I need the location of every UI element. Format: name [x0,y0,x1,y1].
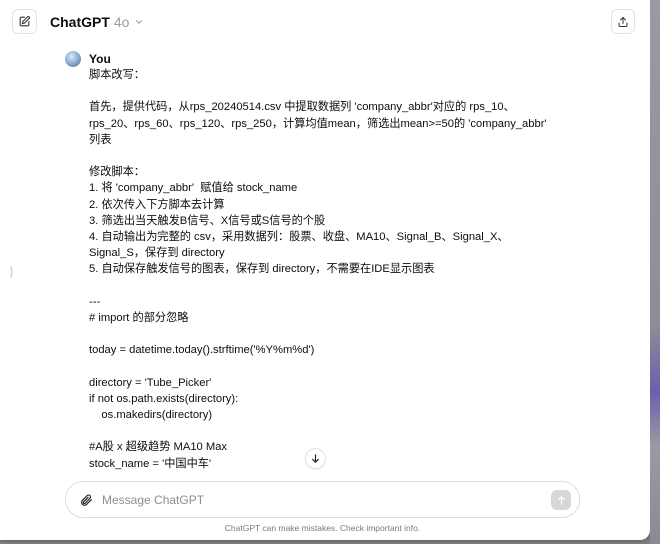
message-line: 修改脚本： [89,166,145,179]
message-line: today = datetime.today().strftime('%Y%m%… [89,344,315,357]
message-line: Signal_S，保存到 directory [89,247,225,260]
share-button[interactable] [611,9,635,34]
message-line: 3. 筛选出当天触发B信号、X信号或S信号的个股 [89,214,326,227]
message-line: os.makedirs(directory) [89,408,213,421]
paperclip-icon [80,494,92,506]
message-line [89,326,544,342]
message-line: 首先，提供代码，从rps_20240514.csv 中提取数据列 'compan… [89,101,515,114]
message-line: rps_20、rps_60、rps_120、rps_250，计算均值mean，筛… [89,117,547,130]
message-sender: You [89,52,111,66]
share-icon [618,16,628,27]
attach-button[interactable] [77,491,94,508]
message-composer [65,481,580,518]
chevron-down-icon [134,17,144,27]
message-line: 5. 自动保存触发信号的图表，保存到 directory，不需要在IDE显示图表 [89,263,435,276]
scroll-down-button[interactable] [305,448,326,469]
avatar [65,51,81,67]
model-version: 4o [113,14,130,30]
chevron-right-icon[interactable]: ⟩ [9,264,14,280]
arrow-down-icon [312,454,319,463]
arrow-up-icon [557,495,565,505]
message-line: # import 的部分忽略 [89,311,189,324]
new-chat-button[interactable] [12,9,37,34]
message-input[interactable] [102,491,532,509]
desktop-background [650,0,660,544]
message-line: directory = 'Tube_Picker' [89,376,212,389]
chat-window: ChatGPT 4o ⟩ You 脚本改写： 首先，提供代码，从rps_2024… [0,0,650,540]
message-line [89,277,544,293]
send-button[interactable] [551,490,571,510]
message-line: 脚本改写： [89,69,145,81]
message-line: 1. 将 'company_abbr' 赋值给 stock_name [89,182,298,195]
message-line: if not os.path.exists(directory): [89,392,239,405]
model-selector[interactable]: ChatGPT 4o [50,12,144,32]
message-line [89,423,544,439]
message-line: 列表 [89,133,112,146]
user-message: 脚本改写： 首先，提供代码，从rps_20240514.csv 中提取数据列 '… [89,67,547,472]
model-name: ChatGPT [50,14,110,30]
message-line [89,358,544,374]
message-line: --- [89,295,101,308]
edit-icon [19,16,30,27]
message-line: 2. 依次传入下方脚本去计算 [89,198,225,211]
disclaimer-text: ChatGPT can make mistakes. Check importa… [224,523,421,533]
message-line [89,148,544,164]
message-line: 4. 自动输出为完整的 csv，采用数据列：股票、收盘、MA10、Signal_… [89,230,509,243]
message-line [89,83,544,99]
